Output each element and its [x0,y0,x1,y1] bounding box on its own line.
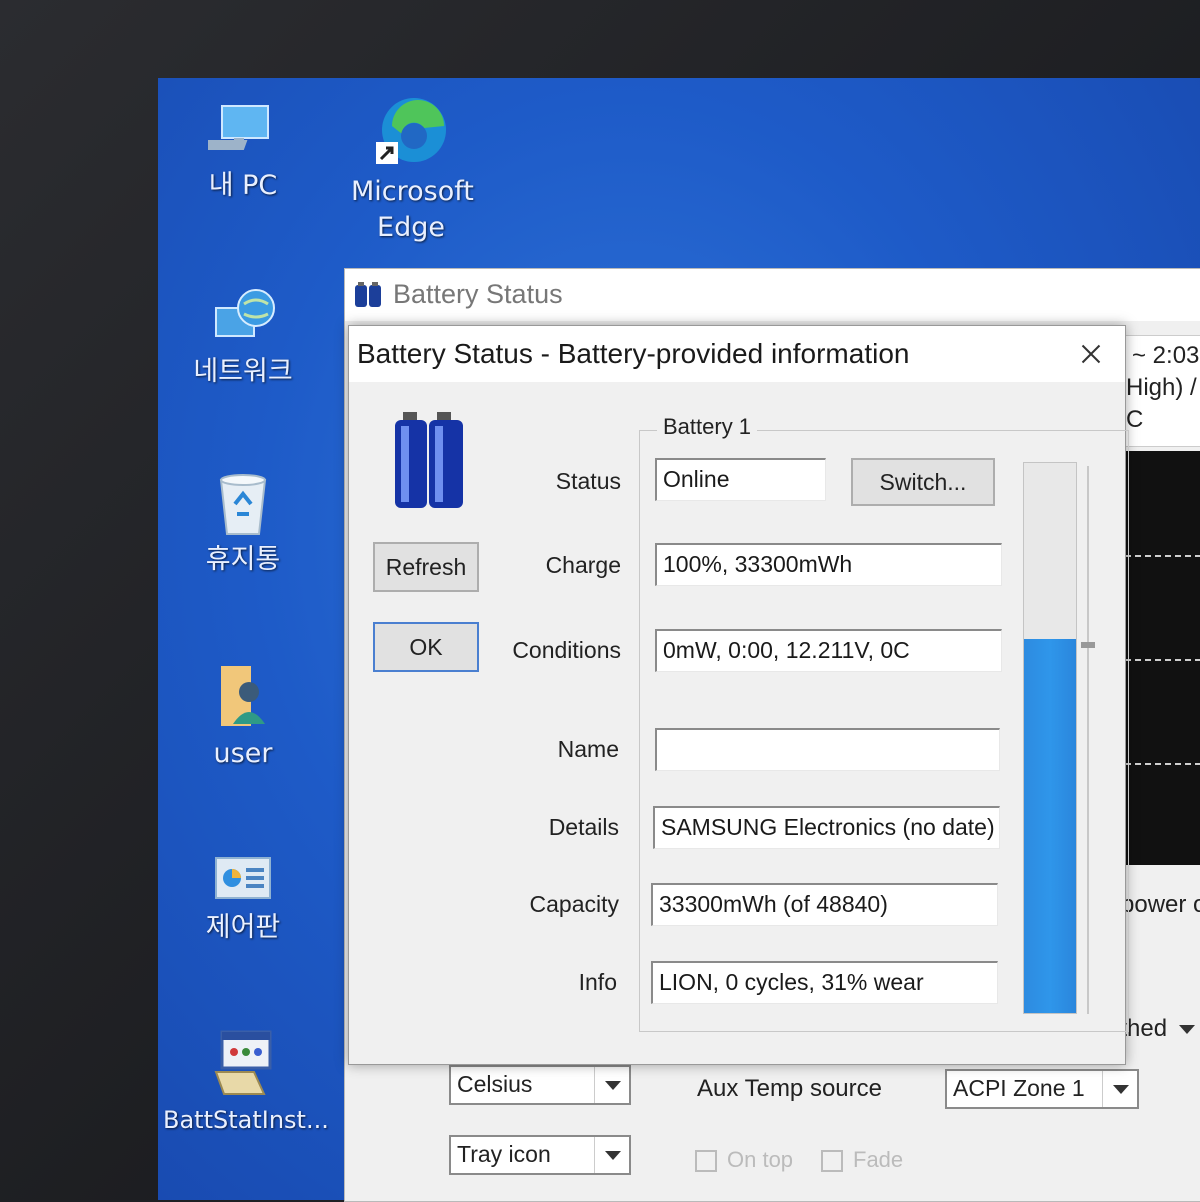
battery-app-icon [355,282,381,307]
units-dropdown-value: Celsius [457,1071,533,1097]
chevron-down-icon [594,1067,629,1103]
desktop-icon-label: user [213,738,273,769]
desktop-icon-network[interactable]: 네트워크 [158,286,328,390]
edge-icon [376,98,446,164]
status-field: Online [655,458,826,501]
power-of-text: power of [1121,891,1200,918]
charge-value: 100%, 33300mWh [663,551,853,577]
details-label: Details [548,814,619,840]
checkbox-box [821,1150,843,1173]
on-top-checkbox[interactable]: On top [695,1147,793,1173]
dialog-titlebar[interactable]: Battery Status - Battery-provided inform… [349,326,1125,382]
network-icon [215,289,275,337]
tray-dropdown-value: Tray icon [457,1141,551,1167]
desktop-icon-label: BattStatInst... [163,1106,329,1134]
refresh-button[interactable]: Refresh [373,542,479,592]
status-label: Status [555,468,621,494]
charge-gauge [1023,462,1077,1014]
chevron-down-icon [1102,1071,1137,1107]
graph-gridline [1125,659,1200,661]
graph-gridline [1125,763,1200,765]
desktop-icon-label: Microsoft Edge [351,176,474,243]
info-label: Info [578,969,617,995]
name-label: Name [557,736,619,762]
conditions-value: 0mW, 0:00, 12.211V, 0C [663,637,910,663]
aux-temp-label: Aux Temp source [697,1075,882,1102]
main-window-title: Battery Status [393,279,563,309]
aux-temp-dropdown[interactable]: ACPI Zone 1 [945,1069,1139,1109]
battery-group-label: Battery 1 [657,414,758,440]
user-folder-icon [221,666,265,726]
fade-checkbox[interactable]: Fade [821,1147,903,1173]
info-field: LION, 0 cycles, 31% wear [651,961,998,1004]
desktop-icon-label: 휴지통 [205,544,281,575]
chevron-down-icon [1179,1025,1195,1034]
capacity-label: Capacity [529,891,619,917]
details-value: SAMSUNG Electronics (no date) [661,814,995,840]
on-top-label: On top [727,1147,794,1172]
battery-info-dialog: Battery Status - Battery-provided inform… [348,325,1129,1065]
gauge-slider-track[interactable] [1081,466,1095,1014]
control-panel-icon [215,857,271,899]
graph-gridline [1125,555,1200,557]
desktop-icon-my-pc[interactable]: 내 PC [158,100,328,204]
aux-temp-dropdown-value: ACPI Zone 1 [953,1075,1085,1101]
capacity-value: 33300mWh (of 48840) [659,891,888,917]
charge-label: Charge [545,552,621,578]
installer-icon [214,1030,272,1095]
main-window-titlebar[interactable]: Battery Status [345,269,1200,321]
recycle-bin-icon [219,474,267,535]
slider-thumb[interactable] [1081,642,1095,648]
status-value: Online [663,466,730,492]
dialog-title: Battery Status - Battery-provided inform… [357,338,910,369]
conditions-label: Conditions [512,637,621,663]
conditions-field: 0mW, 0:00, 12.211V, 0C [655,629,1002,672]
time-estimate-box: ~ 2:03 High) / C [1125,335,1200,447]
checkbox-box [695,1150,717,1173]
desktop-icon-label: 내 PC [208,170,278,201]
desktop-icon-edge[interactable]: Microsoft Edge [326,96,496,246]
ok-button[interactable]: OK [373,622,479,672]
fade-label: Fade [853,1147,904,1172]
charge-gauge-fill [1024,639,1076,1013]
close-button[interactable] [1061,332,1119,376]
desktop-icon-label: 제어판 [205,912,281,943]
chevron-down-icon [594,1137,629,1173]
time-estimate-text: ~ 2:03 [1132,342,1200,369]
desktop-icon-battstat-installer[interactable]: BattStatInst... [158,1028,329,1138]
desktop-icon-recycle-bin[interactable]: 휴지통 [158,470,328,578]
name-field [655,728,1000,771]
info-value: LION, 0 cycles, 31% wear [659,969,924,995]
charge-field: 100%, 33300mWh [655,543,1002,586]
battery-icon [395,412,463,508]
tray-dropdown[interactable]: Tray icon [449,1135,631,1175]
desktop-icon-user[interactable]: user [158,662,328,772]
units-dropdown[interactable]: Celsius [449,1065,631,1105]
battery-graph [1125,451,1200,865]
high-text: High) / [1126,374,1197,401]
desktop-icon-control-panel[interactable]: 제어판 [158,854,328,946]
switch-button[interactable]: Switch... [851,458,995,506]
computer-icon [208,105,269,150]
details-field: SAMSUNG Electronics (no date) [653,806,1000,849]
capacity-field: 33300mWh (of 48840) [651,883,998,926]
desktop-icon-label: 네트워크 [193,356,293,387]
